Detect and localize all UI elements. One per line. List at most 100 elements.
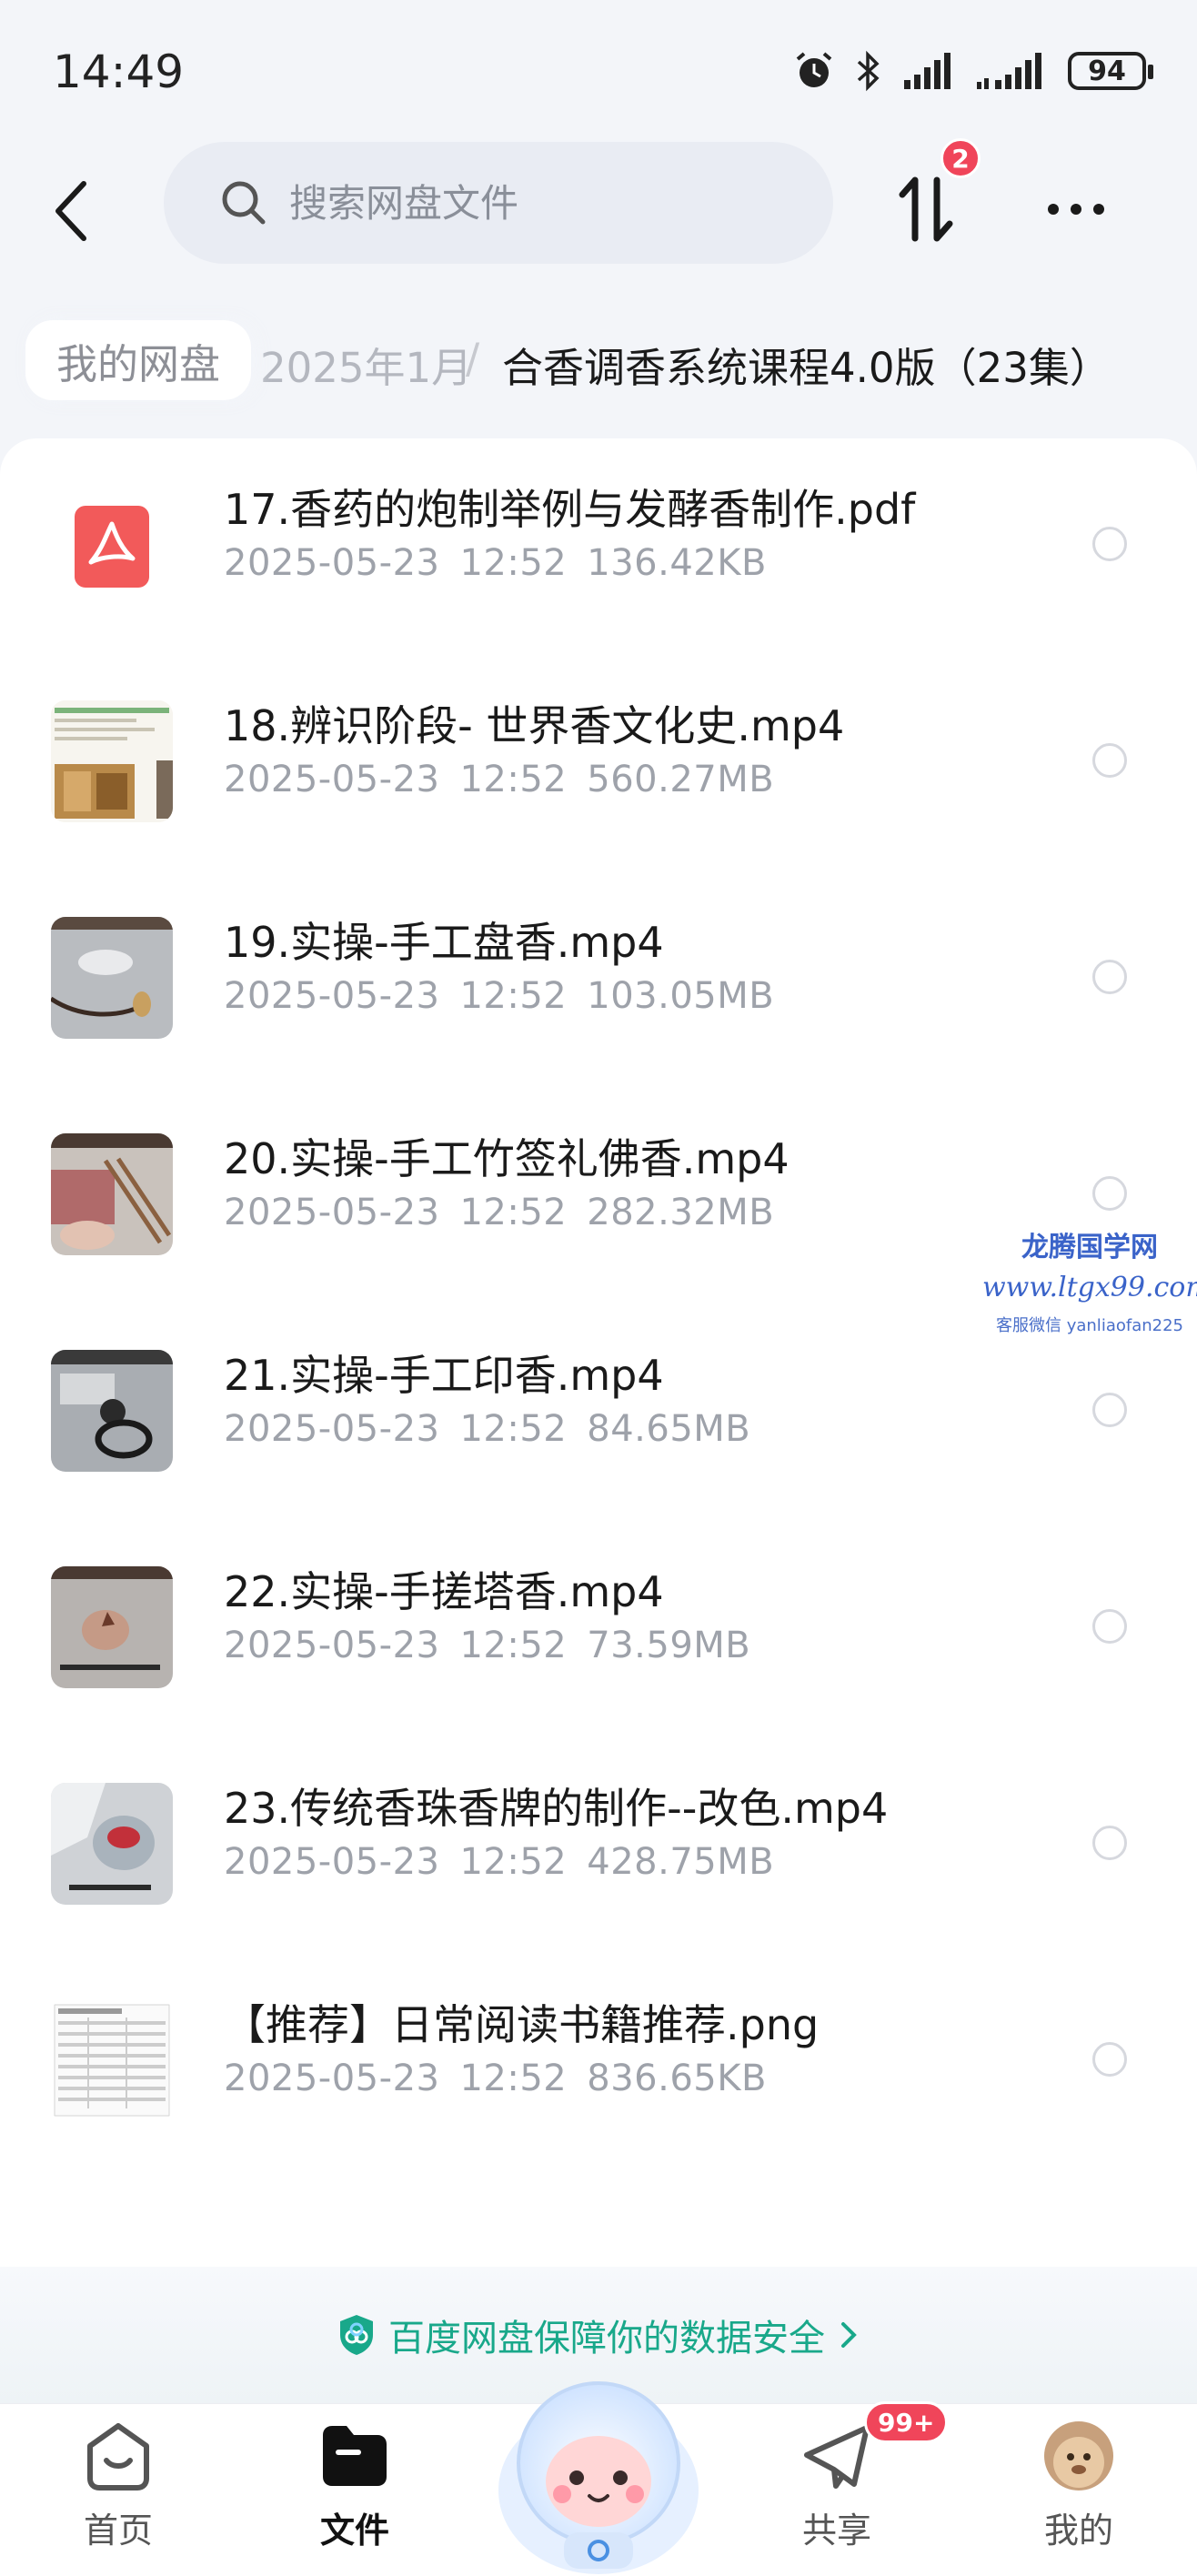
status-bar: 14:49 94: [0, 0, 1197, 136]
file-size: 428.75MB: [587, 1841, 775, 1883]
watermark-url: www.ltgx99.com: [982, 1272, 1197, 1303]
battery-indicator: 94: [1068, 52, 1153, 90]
image-thumbnail: [51, 1999, 173, 2121]
file-row[interactable]: 18.辨识阶段- 世界香文化史.mp4 2025-05-23 12:52 560.2…: [0, 655, 1197, 871]
file-size: 560.27MB: [587, 759, 775, 800]
file-name: 20.实操-手工竹签礼佛香.mp4: [224, 1134, 790, 1183]
watermark: 龙腾国学网 www.ltgx99.com 客服微信 yanliaofan225: [982, 1224, 1197, 1336]
nav-mine-label: 我的: [1043, 2511, 1113, 2551]
file-size: 73.59MB: [587, 1625, 751, 1666]
file-date: 2025-05-23: [224, 1192, 440, 1233]
status-icons: 94: [793, 49, 1153, 93]
file-name: 【推荐】日常阅读书籍推荐.png: [224, 2000, 820, 2049]
file-row[interactable]: 21.实操-手工印香.mp4 2025-05-23 12:52 84.65MB: [0, 1304, 1197, 1521]
file-size: 84.65MB: [587, 1408, 751, 1450]
file-meta: 2025-05-23 12:52 836.65KB: [224, 2058, 767, 2099]
file-date: 2025-05-23: [224, 1408, 440, 1450]
file-time: 12:52: [459, 759, 568, 800]
video-thumbnail: [51, 917, 173, 1039]
video-thumbnail: [51, 700, 173, 822]
back-button[interactable]: [45, 175, 100, 247]
file-size: 836.65KB: [587, 2058, 767, 2099]
file-meta: 2025-05-23 12:52 560.27MB: [224, 759, 774, 800]
watermark-contact: 客服微信 yanliaofan225: [996, 1316, 1183, 1335]
pdf-icon: [51, 484, 173, 606]
file-size: 103.05MB: [587, 975, 775, 1017]
signal-icon: [977, 53, 1041, 89]
nav-mine[interactable]: 我的: [997, 2419, 1161, 2573]
file-list: 17.香药的炮制举例与发酵香制作.pdf 2025-05-23 12:52 136.…: [0, 438, 1197, 2267]
status-time: 14:49: [53, 45, 185, 98]
search-icon: [222, 181, 266, 225]
breadcrumb-current: 合香调香系统课程4.0版（23集）: [502, 344, 1111, 392]
avatar: [1044, 2421, 1113, 2490]
transfer-badge: 2: [940, 138, 981, 178]
select-checkbox[interactable]: [1092, 527, 1127, 561]
file-row[interactable]: 23.传统香珠香牌的制作--改色.mp4 2025-05-23 12:52 428.…: [0, 1737, 1197, 1954]
file-row[interactable]: 22.实操-手搓塔香.mp4 2025-05-23 12:52 73.59MB: [0, 1521, 1197, 1737]
select-checkbox[interactable]: [1092, 2042, 1127, 2077]
file-time: 12:52: [459, 1192, 568, 1233]
shield-icon: [340, 2315, 373, 2355]
file-time: 12:52: [459, 2058, 568, 2099]
select-checkbox[interactable]: [1092, 1393, 1127, 1427]
file-row[interactable]: 19.实操-手工盘香.mp4 2025-05-23 12:52 103.05MB: [0, 871, 1197, 1088]
file-name: 21.实操-手工印香.mp4: [224, 1351, 664, 1400]
file-row[interactable]: 17.香药的炮制举例与发酵香制作.pdf 2025-05-23 12:52 136.…: [0, 438, 1197, 655]
file-meta: 2025-05-23 12:52 428.75MB: [224, 1841, 774, 1883]
file-row[interactable]: 【推荐】日常阅读书籍推荐.png 2025-05-23 12:52 836.65KB: [0, 1954, 1197, 2170]
file-size: 136.42KB: [587, 542, 767, 584]
signal-icon: [904, 53, 951, 89]
mascot-button[interactable]: [482, 2345, 715, 2576]
file-time: 12:52: [459, 542, 568, 584]
alarm-icon: [796, 52, 832, 87]
bluetooth-icon: [857, 50, 880, 92]
chevron-right-icon: [841, 2322, 857, 2348]
nav-files-label: 文件: [319, 2511, 389, 2551]
select-checkbox[interactable]: [1092, 743, 1127, 778]
folder-icon: [323, 2426, 387, 2486]
search-input[interactable]: [289, 180, 799, 226]
video-thumbnail: [51, 1133, 173, 1255]
select-checkbox[interactable]: [1092, 1826, 1127, 1860]
nav-home-label: 首页: [83, 2511, 153, 2551]
file-name: 23.传统香珠香牌的制作--改色.mp4: [224, 1784, 889, 1833]
more-icon[interactable]: [1044, 182, 1108, 236]
file-date: 2025-05-23: [224, 975, 440, 1017]
breadcrumb-separator: /: [466, 335, 480, 383]
video-thumbnail: [51, 1783, 173, 1905]
file-size: 282.32MB: [587, 1192, 775, 1233]
select-checkbox[interactable]: [1092, 1176, 1127, 1211]
file-date: 2025-05-23: [224, 1841, 440, 1883]
breadcrumb-folder[interactable]: 2025年1月: [260, 335, 472, 394]
file-meta: 2025-05-23 12:52 103.05MB: [224, 975, 774, 1017]
file-name: 19.实操-手工盘香.mp4: [224, 918, 664, 967]
select-checkbox[interactable]: [1092, 1609, 1127, 1644]
nav-files[interactable]: 文件: [273, 2419, 437, 2573]
file-date: 2025-05-23: [224, 542, 440, 584]
breadcrumb: 2025年1月 我的网盘 / 合香调香系统课程4.0版（23集）: [0, 318, 1197, 404]
nav-share-label: 共享: [801, 2511, 871, 2551]
select-checkbox[interactable]: [1092, 960, 1127, 994]
breadcrumb-root[interactable]: 我的网盘: [25, 320, 252, 400]
file-date: 2025-05-23: [224, 1625, 440, 1666]
home-icon: [87, 2423, 149, 2490]
paper-plane-icon: [804, 2425, 870, 2489]
file-meta: 2025-05-23 12:52 84.65MB: [224, 1408, 750, 1450]
file-date: 2025-05-23: [224, 759, 440, 800]
transfer-icon[interactable]: [890, 173, 962, 246]
file-meta: 2025-05-23 12:52 73.59MB: [224, 1625, 750, 1666]
file-time: 12:52: [459, 975, 568, 1017]
nav-home[interactable]: 首页: [36, 2419, 200, 2573]
file-time: 12:52: [459, 1841, 568, 1883]
file-date: 2025-05-23: [224, 2058, 440, 2099]
file-time: 12:52: [459, 1625, 568, 1666]
video-thumbnail: [51, 1350, 173, 1472]
search-bar[interactable]: [164, 142, 833, 264]
file-time: 12:52: [459, 1408, 568, 1450]
file-meta: 2025-05-23 12:52 136.42KB: [224, 542, 767, 584]
share-badge: 99+: [864, 2401, 949, 2443]
video-thumbnail: [51, 1566, 173, 1688]
file-name: 22.实操-手搓塔香.mp4: [224, 1567, 664, 1616]
watermark-title: 龙腾国学网: [1021, 1232, 1158, 1263]
